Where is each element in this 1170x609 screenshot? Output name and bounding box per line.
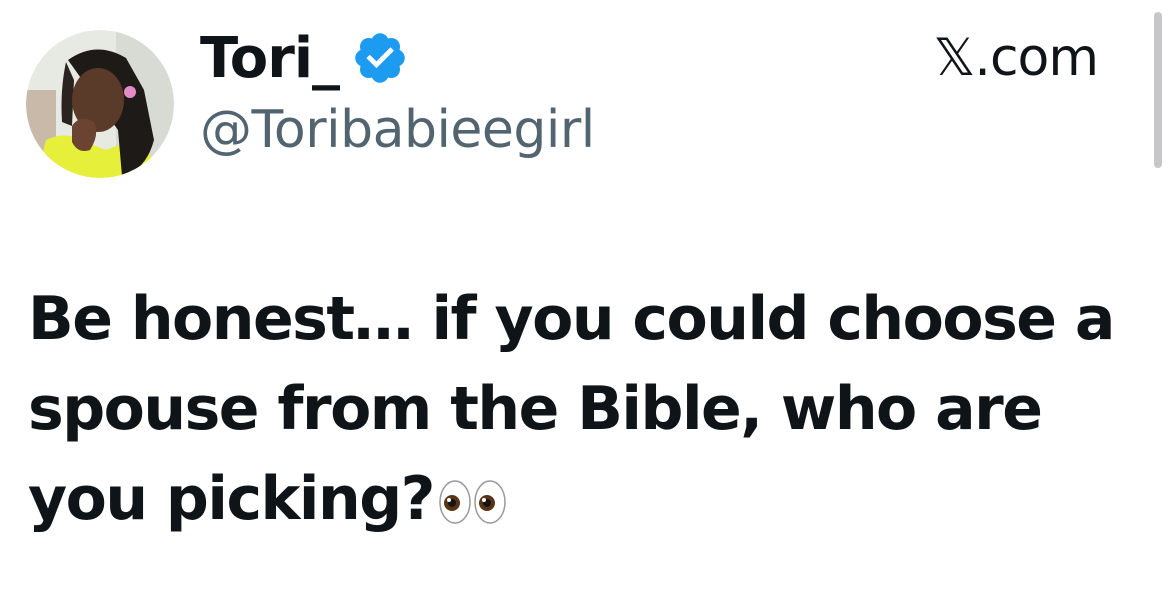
author-handle[interactable]: @Toribabieegirl: [200, 100, 595, 160]
author-row: Tori_: [200, 22, 409, 94]
eyes-emoji-icon: [438, 460, 508, 550]
tweet-card: Tori_ @Toribabieegirl 𝕏.com Be honest… i…: [0, 0, 1170, 609]
site-label: 𝕏.com: [933, 28, 1099, 88]
verified-badge-icon: [351, 29, 409, 87]
avatar[interactable]: [26, 30, 174, 178]
profile-photo-icon: [26, 30, 174, 178]
tweet-text: Be honest… if you could choose a spouse …: [28, 274, 1128, 550]
scrollbar[interactable]: [1154, 12, 1162, 168]
tweet-body: Be honest… if you could choose a spouse …: [28, 284, 1115, 534]
display-name[interactable]: Tori_: [200, 26, 340, 91]
